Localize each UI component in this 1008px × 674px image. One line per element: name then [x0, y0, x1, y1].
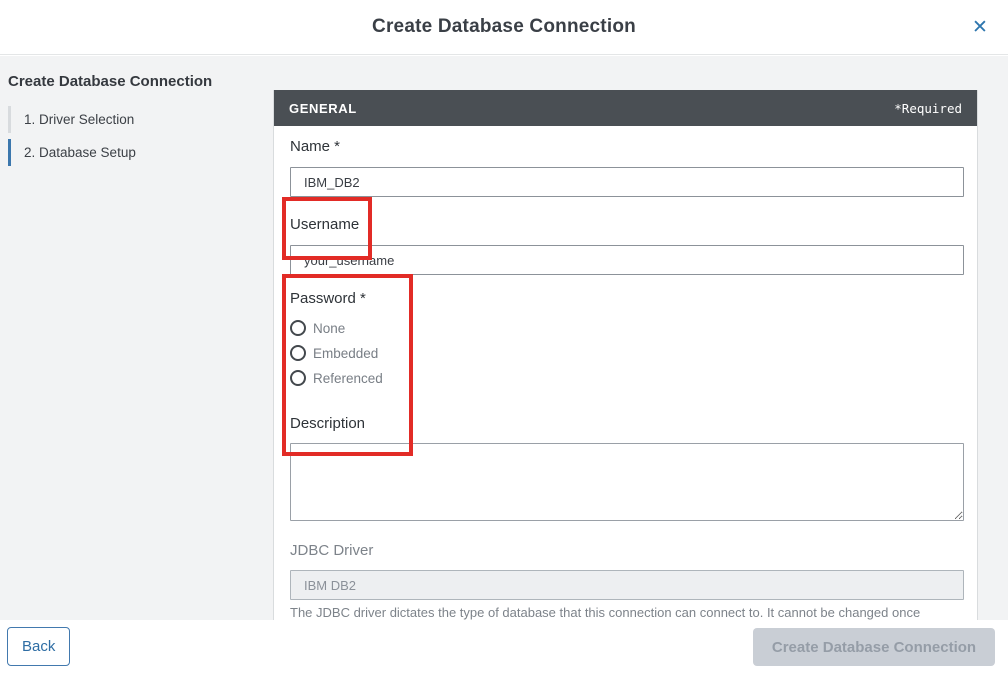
modal-footer: Back Create Database Connection	[0, 620, 1008, 674]
name-label: Name *	[290, 138, 340, 155]
password-radio-embedded[interactable]: Embedded	[290, 343, 378, 363]
jdbc-driver-help-text: The JDBC driver dictates the type of dat…	[290, 605, 970, 620]
wizard-step-driver-selection[interactable]: 1. Driver Selection	[8, 106, 258, 133]
wizard-heading: Create Database Connection	[8, 73, 258, 90]
username-input[interactable]	[290, 245, 964, 275]
create-database-connection-button[interactable]: Create Database Connection	[753, 628, 995, 666]
radio-circle-icon[interactable]	[290, 370, 306, 386]
general-panel-header: GENERAL *Required	[274, 90, 977, 126]
back-button[interactable]: Back	[7, 627, 70, 666]
general-panel: GENERAL *Required Name * Username Passwo…	[273, 90, 978, 620]
password-radio-referenced[interactable]: Referenced	[290, 368, 383, 388]
modal-title: Create Database Connection	[372, 16, 636, 38]
password-option-label: Embedded	[313, 346, 378, 361]
modal-body: Create Database Connection 1. Driver Sel…	[0, 56, 1008, 620]
radio-circle-icon[interactable]	[290, 345, 306, 361]
description-textarea[interactable]	[290, 443, 964, 521]
password-radio-none[interactable]: None	[290, 318, 345, 338]
wizard-sidebar: Create Database Connection 1. Driver Sel…	[8, 73, 258, 172]
required-note: *Required	[894, 101, 962, 116]
wizard-step-database-setup[interactable]: 2. Database Setup	[8, 139, 258, 166]
jdbc-driver-label: JDBC Driver	[290, 542, 373, 559]
password-option-label: None	[313, 321, 345, 336]
name-input[interactable]	[290, 167, 964, 197]
radio-circle-icon[interactable]	[290, 320, 306, 336]
password-label: Password *	[290, 290, 366, 307]
description-label: Description	[290, 415, 365, 432]
modal-header: Create Database Connection ✕	[0, 0, 1008, 55]
password-option-label: Referenced	[313, 371, 383, 386]
general-section-title: GENERAL	[289, 101, 357, 116]
close-icon[interactable]: ✕	[966, 13, 994, 41]
username-label: Username	[290, 216, 359, 233]
jdbc-driver-input	[290, 570, 964, 600]
